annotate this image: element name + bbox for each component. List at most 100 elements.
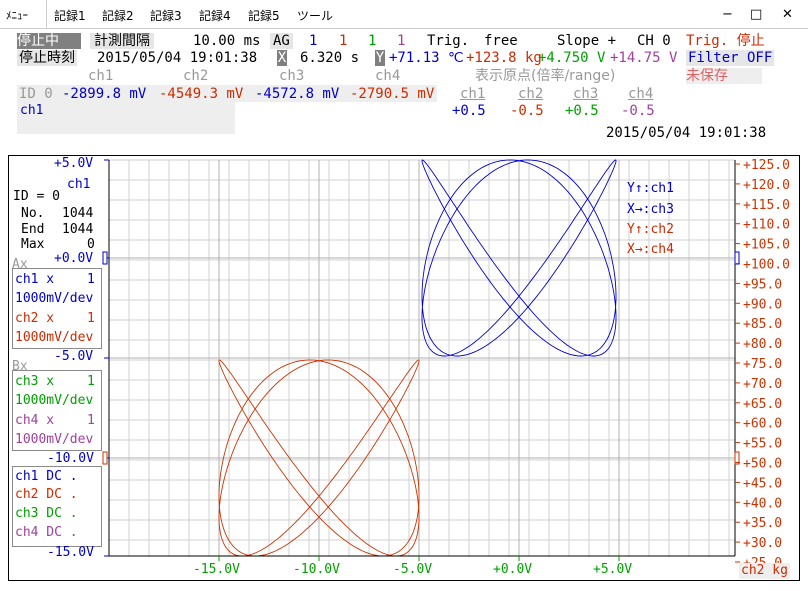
menu-record3[interactable]: 記録3 <box>150 7 182 24</box>
trig-value: free <box>484 33 518 49</box>
id-label: ID 0 <box>19 86 53 102</box>
origin-header-ch4: ch4 <box>628 86 654 102</box>
no-value: 1044 <box>62 206 94 221</box>
origin-ch2[interactable]: -0.5 <box>510 103 544 119</box>
ax-ch2-scale: 1000mV/dev <box>15 330 94 345</box>
right-tick-label: +110.0 <box>743 218 790 233</box>
menu-bar: ﾒﾆｭｰ 記録1 記録2 記録3 記録4 記録5 ツール − □ ✕ <box>0 0 808 29</box>
right-tick-label: +35.0 <box>743 516 782 531</box>
menu-record2[interactable]: 記録2 <box>102 7 134 24</box>
x-marker: X <box>277 50 287 66</box>
left-axis-neg5: -5.0V <box>54 349 94 364</box>
right-tick-label: +50.0 <box>743 457 782 472</box>
right-tick-label: +75.0 <box>743 357 782 372</box>
right-tick-label: +55.0 <box>743 437 782 452</box>
unsaved-badge: 未保存 <box>686 68 762 84</box>
menu-tools[interactable]: ツール <box>297 7 333 24</box>
ch2-header: ch2 <box>183 68 209 84</box>
origin-ch4[interactable]: -0.5 <box>621 103 655 119</box>
plot-ch-label: ch1 <box>67 177 91 192</box>
info-panel: 停止中 計測間隔 10.00 ms AG 1 1 1 1 Trig. free … <box>0 29 808 154</box>
dc-ch1: ch1 DC . <box>15 469 78 484</box>
stop-time-value: 2015/05/04 19:01:38 <box>97 50 258 66</box>
trig-label: Trig. <box>427 33 470 49</box>
legend-x-ch4: X→:ch4 <box>627 242 674 257</box>
origin-ch1[interactable]: +0.5 <box>452 103 486 119</box>
origin-ch3[interactable]: +0.5 <box>565 103 599 119</box>
value-ch1: -2899.8 mV <box>62 86 147 102</box>
stop-time-label: 停止時刻 <box>17 50 77 66</box>
left-axis-neg10: -10.0V <box>47 451 94 466</box>
right-tick-label: +70.0 <box>743 377 782 392</box>
timestamp: 2015/05/04 19:01:38 <box>606 125 767 141</box>
right-tick-label: +40.0 <box>743 496 782 511</box>
legend-y-ch1: Y↑:ch1 <box>627 181 674 196</box>
ag-ch1: 1 <box>309 33 318 49</box>
value-ch4: -2790.5 mV <box>350 86 435 102</box>
ag-ch4: 1 <box>397 33 406 49</box>
ch4-header: ch4 <box>375 68 401 84</box>
right-tick-label: +100.0 <box>743 258 790 273</box>
ag-ch2: 1 <box>339 33 348 49</box>
legend-y-ch2: Y↑:ch2 <box>627 222 674 237</box>
bottom-tick-label: +0.0V <box>493 562 532 577</box>
right-unit: ch2 kg <box>739 563 790 579</box>
ch2-origin-handle <box>102 451 108 465</box>
value-ch3: -4572.8 mV <box>255 86 340 102</box>
ch1-name: ch1 <box>20 103 44 118</box>
right-tick-label: +125.0 <box>743 158 790 173</box>
bx-ch3-mult: 1 <box>87 374 95 389</box>
value-ch2: -4549.3 mV <box>159 86 244 102</box>
no-label: No. <box>21 206 45 221</box>
right-tick-label: +115.0 <box>743 198 790 213</box>
right-tick-label: +80.0 <box>743 337 782 352</box>
interval-value: 10.00 ms <box>193 33 261 49</box>
right-tick-label: +60.0 <box>743 417 782 432</box>
end-label: End <box>21 222 45 237</box>
legend-x-ch3: X→:ch3 <box>627 202 674 217</box>
ax-ch2-mult: 1 <box>87 311 95 326</box>
right-tick-label: +95.0 <box>743 277 782 292</box>
ch1-origin-handle <box>102 251 108 265</box>
reading-ch1: +71.13 ℃ <box>389 50 464 66</box>
bx-ch3-name: ch3 x <box>15 374 55 389</box>
ch-label: CH 0 <box>637 33 671 49</box>
dc-ch2: ch2 DC . <box>15 487 78 502</box>
y-marker: Y <box>375 50 385 66</box>
right-tick-label: +65.0 <box>743 397 782 412</box>
bottom-tick-label: -5.0V <box>393 562 432 577</box>
menu-record4[interactable]: 記録4 <box>199 7 231 24</box>
trig-stop-button[interactable]: Trig. 停止 <box>686 33 765 49</box>
ag-ch3: 1 <box>368 33 377 49</box>
right-tick-label: +120.0 <box>743 178 790 193</box>
bx-ch4-name: ch4 x <box>15 413 55 428</box>
bottom-tick-label: +5.0V <box>593 562 632 577</box>
slope-label: Slope + <box>557 33 617 49</box>
dc-ch4: ch4 DC . <box>15 525 78 540</box>
left-axis-mid: +0.0V <box>54 251 94 266</box>
id-line: ID = 0 <box>13 189 60 204</box>
menu-main[interactable]: ﾒﾆｭｰ <box>6 7 28 23</box>
close-icon[interactable]: ✕ <box>782 7 793 22</box>
right-tick-label: +85.0 <box>743 317 782 332</box>
minimize-icon[interactable]: − <box>722 7 733 22</box>
origin-title: 表示原点(倍率/range) <box>475 68 616 84</box>
origin-header-ch3: ch3 <box>573 86 599 102</box>
menu-record1[interactable]: 記録1 <box>54 7 86 24</box>
interval-label: 計測間隔 <box>90 33 154 49</box>
ch3-origin-handle <box>734 251 740 265</box>
bx-ch3-scale: 1000mV/dev <box>15 393 94 408</box>
origin-header-ch2: ch2 <box>518 86 544 102</box>
bx-ch4-scale: 1000mV/dev <box>15 432 94 447</box>
reading-ch2: +123.8 kg <box>466 50 542 66</box>
reading-ch4: +14.75 V <box>610 50 678 66</box>
xy-plot[interactable]: +125.0 +120.0 +115.0 +110.0 +105.0 +100.0 +95.… <box>9 156 799 580</box>
restore-icon[interactable]: □ <box>750 7 762 22</box>
max-label: Max <box>21 237 45 252</box>
menu-record5[interactable]: 記録5 <box>248 7 280 24</box>
ch3-header: ch3 <box>279 68 305 84</box>
ag-label: AG <box>270 33 293 49</box>
filter-button[interactable]: Filter OFF <box>686 50 775 66</box>
right-tick-label: +105.0 <box>743 238 790 253</box>
x-value: 6.320 s <box>300 50 360 66</box>
